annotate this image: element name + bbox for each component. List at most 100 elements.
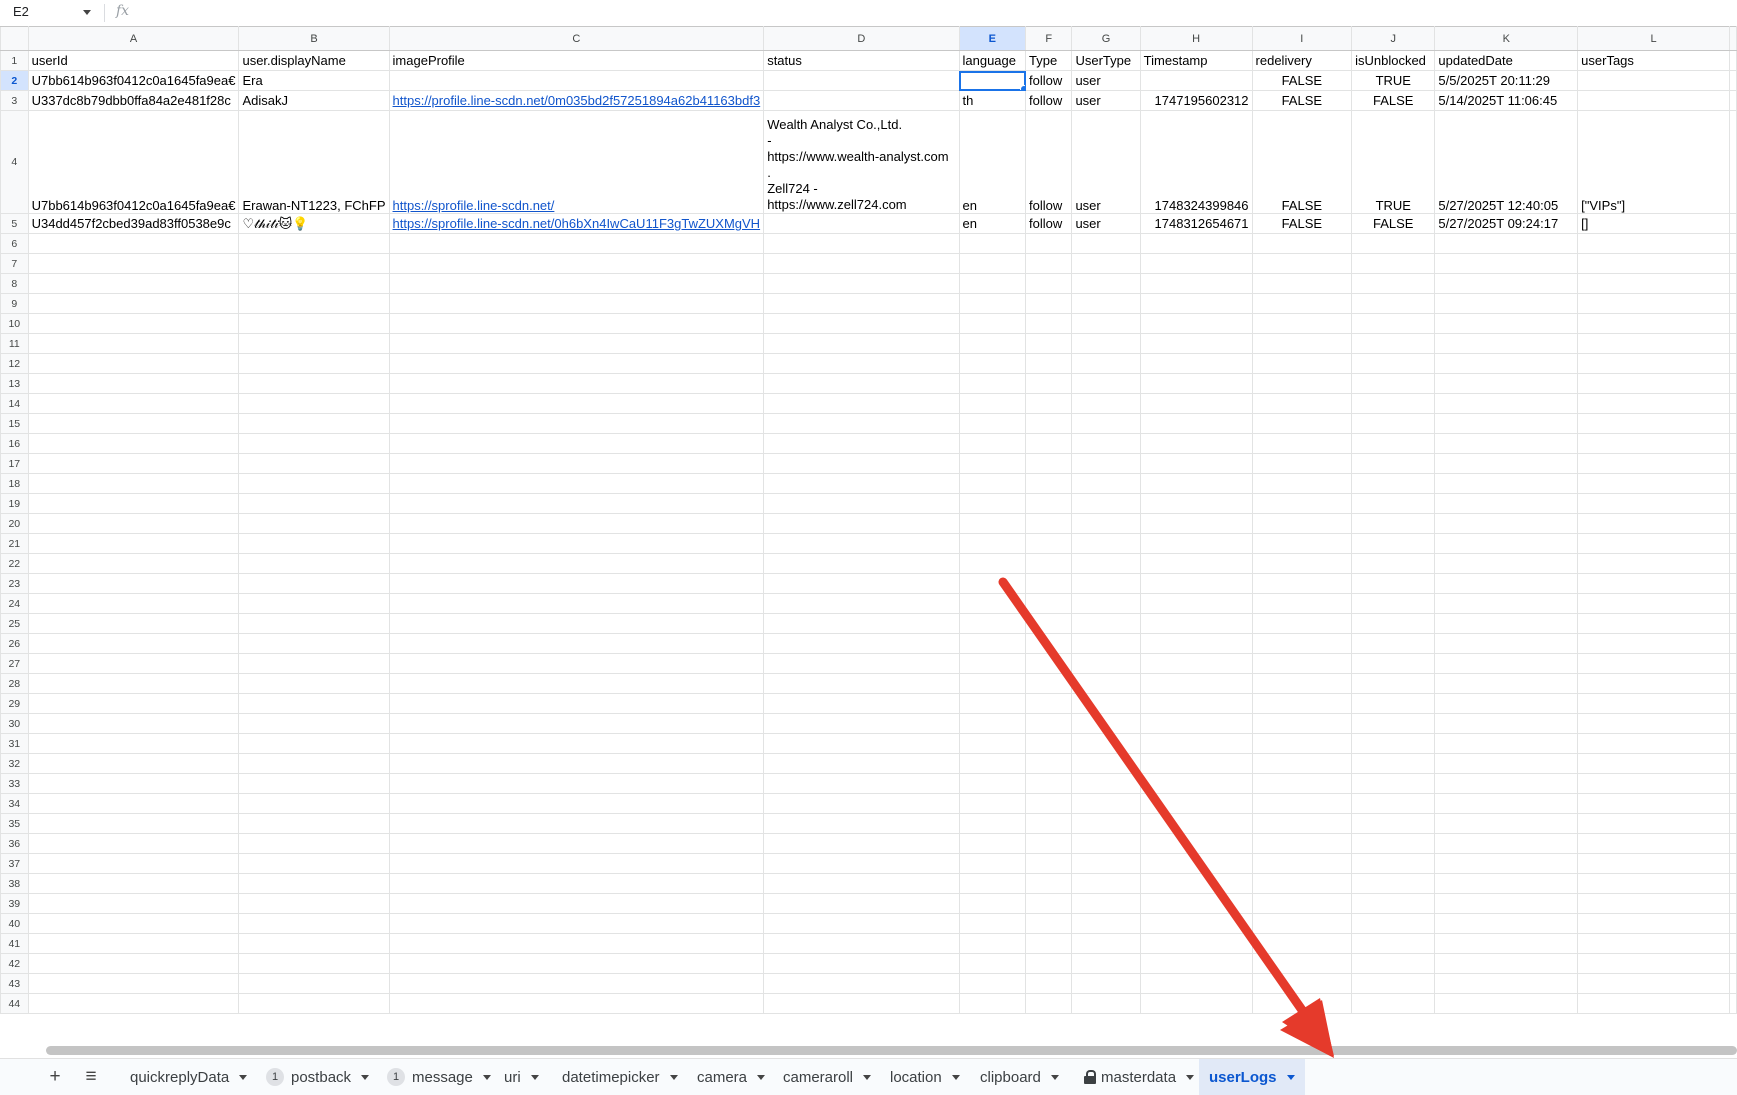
- cell[interactable]: [27, 533, 240, 554]
- cell[interactable]: [27, 933, 240, 954]
- cell[interactable]: [1577, 653, 1730, 674]
- cell[interactable]: [1025, 453, 1073, 474]
- cell[interactable]: [1729, 393, 1737, 414]
- cell[interactable]: [1071, 533, 1141, 554]
- cell[interactable]: [763, 653, 960, 674]
- cell[interactable]: [1251, 773, 1353, 794]
- row-header[interactable]: 38: [0, 873, 29, 894]
- cell[interactable]: [1251, 613, 1353, 634]
- cell[interactable]: [27, 473, 240, 494]
- cell[interactable]: [1139, 333, 1253, 354]
- sheet-tab-masterdata[interactable]: masterdata: [1074, 1059, 1204, 1095]
- cell[interactable]: [1351, 853, 1436, 874]
- cell[interactable]: [1139, 873, 1253, 894]
- cell[interactable]: [1729, 693, 1737, 714]
- cell[interactable]: [1577, 293, 1730, 314]
- cell[interactable]: 5/27/2025T 12:40:05: [1434, 110, 1579, 214]
- cell[interactable]: [958, 993, 1027, 1014]
- cell[interactable]: user: [1071, 110, 1141, 214]
- cell[interactable]: [238, 273, 390, 294]
- cell[interactable]: [388, 893, 765, 914]
- row-header[interactable]: 5: [0, 213, 29, 234]
- cell[interactable]: [1139, 733, 1253, 754]
- cell[interactable]: [763, 573, 960, 594]
- cell[interactable]: [1351, 313, 1436, 334]
- cell[interactable]: [1071, 993, 1141, 1014]
- cell[interactable]: [1434, 633, 1579, 654]
- row-header[interactable]: 21: [0, 533, 29, 554]
- cell[interactable]: [1729, 413, 1737, 434]
- cell[interactable]: [1139, 533, 1253, 554]
- cell[interactable]: [1139, 313, 1253, 334]
- row-header[interactable]: 34: [0, 793, 29, 814]
- chevron-down-icon[interactable]: [530, 1074, 539, 1080]
- cell[interactable]: [388, 853, 765, 874]
- cell[interactable]: [1251, 833, 1353, 854]
- cell[interactable]: [763, 933, 960, 954]
- cell[interactable]: [763, 773, 960, 794]
- cell[interactable]: [1251, 533, 1353, 554]
- cell[interactable]: [1729, 593, 1737, 614]
- cell[interactable]: [1577, 953, 1730, 974]
- chevron-down-icon[interactable]: [239, 1074, 248, 1080]
- cell[interactable]: [1434, 433, 1579, 454]
- cell[interactable]: [1729, 713, 1737, 734]
- cell[interactable]: [763, 253, 960, 274]
- cell[interactable]: [1025, 433, 1073, 454]
- cell[interactable]: [1577, 573, 1730, 594]
- cell[interactable]: [1071, 893, 1141, 914]
- column-header-a[interactable]: A: [27, 26, 240, 51]
- cell[interactable]: [1577, 693, 1730, 714]
- cell[interactable]: [238, 593, 390, 614]
- cell[interactable]: [1434, 793, 1579, 814]
- cell[interactable]: [27, 813, 240, 834]
- cell[interactable]: [763, 473, 960, 494]
- cell[interactable]: [1729, 633, 1737, 654]
- cell[interactable]: follow: [1025, 213, 1073, 234]
- cell[interactable]: [27, 293, 240, 314]
- cell[interactable]: follow: [1025, 90, 1073, 111]
- cell[interactable]: [958, 893, 1027, 914]
- cell[interactable]: [1434, 513, 1579, 534]
- cell[interactable]: [1025, 953, 1073, 974]
- row-header[interactable]: 17: [0, 453, 29, 474]
- cell[interactable]: [1251, 333, 1353, 354]
- cell[interactable]: [1071, 873, 1141, 894]
- chevron-down-icon[interactable]: [863, 1074, 872, 1080]
- cell[interactable]: [958, 273, 1027, 294]
- cell[interactable]: [958, 953, 1027, 974]
- cell[interactable]: [1434, 293, 1579, 314]
- cell[interactable]: [1577, 833, 1730, 854]
- cell[interactable]: [1729, 573, 1737, 594]
- cell[interactable]: [958, 693, 1027, 714]
- row-header[interactable]: 27: [0, 653, 29, 674]
- cell[interactable]: [763, 693, 960, 714]
- cell[interactable]: [1434, 593, 1579, 614]
- cell[interactable]: [763, 593, 960, 614]
- cell[interactable]: ["VIPs"]: [1577, 110, 1730, 214]
- cell[interactable]: [1251, 493, 1353, 514]
- cell[interactable]: [958, 433, 1027, 454]
- cell[interactable]: [1351, 253, 1436, 274]
- cell[interactable]: 1748324399846: [1139, 110, 1253, 214]
- cell[interactable]: [27, 833, 240, 854]
- cell[interactable]: [1025, 653, 1073, 674]
- cell[interactable]: [1434, 453, 1579, 474]
- cell[interactable]: [1251, 893, 1353, 914]
- cell[interactable]: 5/27/2025T 09:24:17: [1434, 213, 1579, 234]
- header-cell[interactable]: UserType: [1071, 50, 1141, 71]
- cell[interactable]: [27, 353, 240, 374]
- cell[interactable]: [1577, 933, 1730, 954]
- column-header-k[interactable]: K: [1434, 26, 1579, 51]
- cell[interactable]: https://profile.line-scdn.net/0m035bd2f5…: [388, 90, 765, 111]
- cell[interactable]: 5/14/2025T 11:06:45: [1434, 90, 1579, 111]
- cell[interactable]: [1251, 273, 1353, 294]
- sheet-tab-datetimepicker[interactable]: datetimepicker: [552, 1059, 688, 1095]
- cell[interactable]: [388, 70, 765, 91]
- cell[interactable]: [238, 313, 390, 334]
- cell[interactable]: [27, 973, 240, 994]
- cell[interactable]: [1577, 613, 1730, 634]
- chevron-down-icon[interactable]: [669, 1074, 678, 1080]
- cell[interactable]: ♡𝓉𝒽𝒾𝓉𝒾🐱💡: [238, 213, 390, 234]
- cell[interactable]: [1251, 513, 1353, 534]
